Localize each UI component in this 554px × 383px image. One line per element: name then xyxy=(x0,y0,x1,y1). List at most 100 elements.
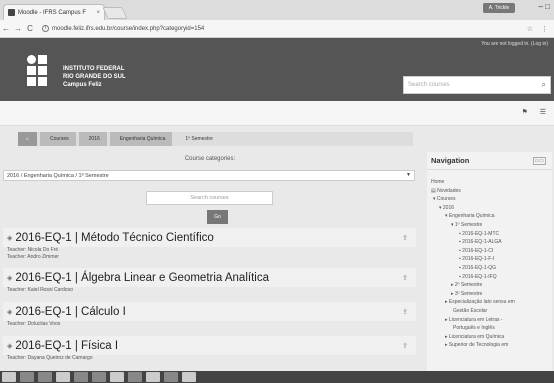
nav-item-category[interactable]: ▸ Superior de Tecnologia em xyxy=(431,341,552,350)
profile-badge[interactable]: A. Trickle xyxy=(483,3,515,13)
url-text: moodle.feliz.ifrs.edu.br/course/index.ph… xyxy=(52,25,205,32)
course-info-icon[interactable]: ◈ xyxy=(7,308,12,316)
nav-item-label: 3º Semestre xyxy=(454,290,483,297)
login-status[interactable]: You are not logged in. (Log in) xyxy=(481,41,548,47)
tab-close-icon[interactable]: × xyxy=(96,10,100,16)
word-taskbar-icon[interactable] xyxy=(182,372,196,382)
header-search-input[interactable]: Search courses ⌕ xyxy=(403,76,551,94)
nav-item-label: Superior de Tecnologia em xyxy=(448,342,509,349)
course-item: ◈ 2016-EQ-1 | Física I ⇪ Teacher: Dayana… xyxy=(3,336,416,362)
nav-item-label: Licenciatura em Letras - xyxy=(448,316,503,323)
course-teacher[interactable]: Teacher: Dolucilas Voos xyxy=(3,321,416,328)
nav-item-category[interactable]: ▸ Especialização lato sensu em xyxy=(431,298,552,307)
secondary-navbar: ⚑ ☰ xyxy=(0,101,554,126)
nav-item-news[interactable]: ▤ Novidades xyxy=(431,187,552,196)
nav-item-label: 2016-EQ-1-CI xyxy=(462,247,494,254)
taskbar-app-icon[interactable] xyxy=(146,372,160,382)
nav-item-course[interactable]: ▪ 2016-EQ-1-CI xyxy=(431,247,552,256)
tab-title: Moodle - IFRS Campus F xyxy=(18,9,87,16)
nav-item-label: Licenciatura em Química xyxy=(448,333,505,340)
course-teacher[interactable]: Teacher: Dayana Queiroz de Camargo xyxy=(3,355,416,362)
course-title-link[interactable]: 2016-EQ-1 | Álgebra Linear e Geometria A… xyxy=(15,272,269,284)
browser-taskbar-icon[interactable] xyxy=(56,372,70,382)
browser-tab[interactable]: Moodle - IFRS Campus F × xyxy=(3,4,105,20)
search-icon[interactable]: ⌕ xyxy=(542,80,546,90)
start-icon[interactable] xyxy=(2,372,16,382)
menu-toggle-icon[interactable]: ☰ xyxy=(540,108,546,116)
course-teacher[interactable]: Teacher: Nicola Do Fré xyxy=(3,247,416,254)
block-controls-icon[interactable]: ▭▭ xyxy=(532,156,546,165)
breadcrumb-home-icon[interactable]: ⌂ xyxy=(18,132,38,146)
browser-menu-icon[interactable]: ⋮ xyxy=(541,25,548,33)
nav-item-label: Especialização lato sensu em xyxy=(448,299,515,306)
breadcrumb-year[interactable]: 2016 xyxy=(78,132,107,146)
bookmark-star-icon[interactable]: ☆ xyxy=(527,25,533,33)
back-icon[interactable]: ← xyxy=(0,24,12,33)
self-enrol-icon: ⇪ xyxy=(402,274,408,282)
address-bar: ← → C i moodle.feliz.ifrs.edu.br/course/… xyxy=(0,20,554,38)
taskbar-app-icon[interactable] xyxy=(92,372,106,382)
nav-item-course[interactable]: ▪ 2016-EQ-1-IFQ xyxy=(431,273,552,282)
nav-item-label: 2016-EQ-1-QG xyxy=(462,264,497,271)
nav-item-program[interactable]: ▾ Engenharia Química xyxy=(431,212,552,221)
browser-titlebar: Moodle - IFRS Campus F × A. Trickle – □ xyxy=(0,0,554,20)
course-title-link[interactable]: 2016-EQ-1 | Cálculo I xyxy=(15,306,125,318)
course-item: ◈ 2016-EQ-1 | Método Técnico Científico … xyxy=(3,228,416,261)
course-item: ◈ 2016-EQ-1 | Cálculo I ⇪ Teacher: Doluc… xyxy=(3,302,416,328)
breadcrumb-program[interactable]: Engenharia Química xyxy=(109,132,173,146)
selected-category: 2016 / Engenharia Química / 1º Semestre xyxy=(7,173,109,179)
nav-item-course[interactable]: ▪ 2016-EQ-1-QG xyxy=(431,264,552,273)
main-content: Course categories: 2016 / Engenharia Quí… xyxy=(0,148,420,383)
header-search-placeholder: Search courses xyxy=(408,82,450,88)
taskbar-app-icon[interactable] xyxy=(164,372,178,382)
nav-item-label: Novidades xyxy=(437,187,461,194)
site-info-icon[interactable]: i xyxy=(42,25,49,32)
breadcrumb: ⌂ Courses 2016 Engenharia Química 1º Sem… xyxy=(18,132,413,146)
new-tab-button[interactable] xyxy=(102,7,128,19)
nav-item-semester-3[interactable]: ▸ 3º Semestre xyxy=(431,290,552,299)
nav-item-category-cont[interactable]: Gestão Escolar xyxy=(431,307,552,316)
course-teacher[interactable]: Teacher: Andro Zimmer xyxy=(3,254,416,261)
navigation-title: Navigation xyxy=(431,156,470,165)
nav-item-course[interactable]: ▪ 2016-EQ-1-F-I xyxy=(431,255,552,264)
nav-item-2016[interactable]: ▾ 2016 xyxy=(431,204,552,213)
nav-item-category[interactable]: ▸ Licenciatura em Letras - xyxy=(431,316,552,325)
course-info-icon[interactable]: ◈ xyxy=(7,234,12,242)
nav-item-semester-2[interactable]: ▸ 2º Semestre xyxy=(431,281,552,290)
chevron-down-icon: ▼ xyxy=(406,172,411,178)
navigation-block: Navigation ▭▭ Home ▤ Novidades ▾ Courses… xyxy=(427,152,552,383)
moodle-favicon-icon xyxy=(8,9,15,16)
taskbar-app-icon[interactable] xyxy=(110,372,124,382)
course-info-icon[interactable]: ◈ xyxy=(7,342,12,350)
course-info-icon[interactable]: ◈ xyxy=(7,274,12,282)
breadcrumb-courses[interactable]: Courses xyxy=(40,132,76,146)
reload-icon[interactable]: C xyxy=(24,24,36,33)
course-title-link[interactable]: 2016-EQ-1 | Método Técnico Científico xyxy=(15,232,213,244)
nav-item-course[interactable]: ▪ 2016-EQ-1-ALGA xyxy=(431,238,552,247)
course-search-input[interactable]: Search courses xyxy=(146,191,273,205)
flag-icon[interactable]: ⚑ xyxy=(521,108,527,116)
go-button[interactable]: Go xyxy=(207,210,228,224)
course-title-link[interactable]: 2016-EQ-1 | Física I xyxy=(15,340,118,352)
nav-item-label: 1º Semestre xyxy=(454,221,483,228)
course-teacher[interactable]: Teacher: Kaiel Rossi Cardoso xyxy=(3,287,416,294)
institution-line-3: Campus Feliz xyxy=(63,82,102,88)
nav-item-category[interactable]: ▸ Licenciatura em Química xyxy=(431,333,552,342)
course-item: ◈ 2016-EQ-1 | Álgebra Linear e Geometria… xyxy=(3,268,416,294)
ifrs-logo[interactable] xyxy=(27,55,63,93)
taskbar-app-icon[interactable] xyxy=(20,372,34,382)
url-field[interactable]: i moodle.feliz.ifrs.edu.br/course/index.… xyxy=(42,25,204,32)
nav-item-label: 2016-EQ-1-IFQ xyxy=(462,273,497,280)
taskbar-app-icon[interactable] xyxy=(128,372,142,382)
category-select[interactable]: 2016 / Engenharia Química / 1º Semestre … xyxy=(3,170,415,181)
nav-item-courses[interactable]: ▾ Courses xyxy=(431,195,552,204)
nav-item-semester-1[interactable]: ▾ 1º Semestre xyxy=(431,221,552,230)
window-controls[interactable]: – □ xyxy=(538,2,550,11)
nav-item-course[interactable]: ▪ 2016-EQ-1-MTC xyxy=(431,230,552,239)
nav-item-category-cont[interactable]: Português e Inglês xyxy=(431,324,552,333)
forward-icon[interactable]: → xyxy=(12,24,24,33)
institution-line-2: RIO GRANDE DO SUL xyxy=(63,74,126,80)
nav-item-home[interactable]: Home xyxy=(431,178,552,187)
taskbar-app-icon[interactable] xyxy=(74,372,88,382)
taskbar-app-icon[interactable] xyxy=(38,372,52,382)
